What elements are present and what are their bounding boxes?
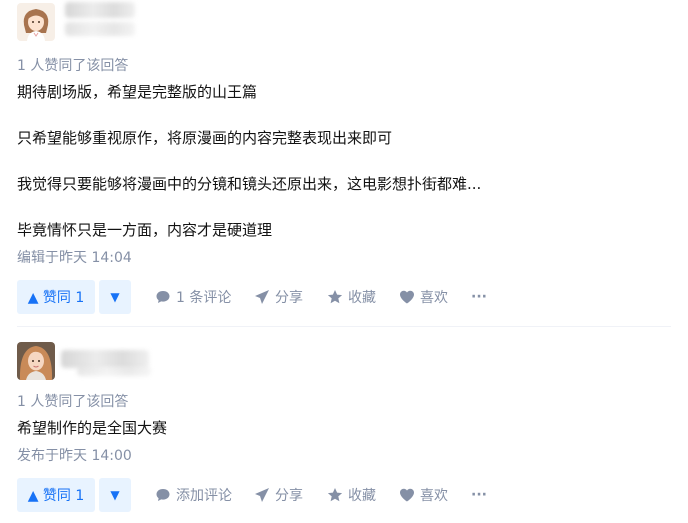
- vote-down-button[interactable]: ▼: [99, 478, 131, 512]
- comment-icon: [156, 291, 170, 303]
- author-info: [17, 340, 671, 386]
- vote-up-label: ▲ 赞同 1: [27, 290, 85, 306]
- share-label: 分享: [275, 488, 303, 504]
- more-icon: ···: [471, 289, 487, 305]
- like-button[interactable]: 喜欢: [399, 478, 448, 512]
- send-icon: [255, 290, 269, 304]
- avatar[interactable]: [17, 3, 55, 41]
- comment-label: 添加评论: [176, 488, 232, 504]
- answer-content: 期待剧场版，希望是完整版的山王篇 只希望能够重视原作，将原漫画的内容完整表现出来…: [17, 80, 671, 242]
- comment-icon: [156, 489, 170, 501]
- author-name-blurred[interactable]: [65, 2, 135, 18]
- collect-button[interactable]: 收藏: [327, 280, 376, 314]
- vote-down-button[interactable]: ▼: [99, 280, 131, 314]
- more-button[interactable]: ···: [471, 280, 487, 314]
- action-bar: ▲ 赞同 1 ▼ 添加评论 分享 收藏 喜欢 ···: [17, 478, 671, 512]
- like-label: 喜欢: [420, 290, 448, 306]
- answer-content: 希望制作的是全国大赛: [17, 416, 671, 440]
- author-info: [17, 0, 671, 46]
- like-label: 喜欢: [420, 488, 448, 504]
- heart-icon: [400, 488, 414, 502]
- paragraph: 毕竟情怀只是一方面，内容才是硬道理: [17, 221, 273, 239]
- star-icon: [327, 290, 343, 304]
- share-button[interactable]: 分享: [254, 280, 303, 314]
- author-headline-blurred: [77, 366, 151, 376]
- collect-button[interactable]: 收藏: [327, 478, 376, 512]
- paragraph: 我觉得只要能够将漫画中的分镜和镜头还原出来，这电影想扑街都难...: [17, 175, 482, 193]
- answer-item: 1 人赞同了该回答 希望制作的是全国大赛 发布于昨天 14:00 ▲ 赞同 1 …: [17, 340, 671, 512]
- voters-count[interactable]: 1 人赞同了该回答: [17, 392, 671, 412]
- edit-time[interactable]: 编辑于昨天 14:04: [17, 248, 671, 268]
- triangle-down-icon: ▼: [110, 290, 120, 304]
- like-button[interactable]: 喜欢: [399, 280, 448, 314]
- send-icon: [255, 488, 269, 502]
- comment-button[interactable]: 1 条评论: [155, 280, 231, 314]
- collect-label: 收藏: [348, 488, 376, 504]
- vote-up-label: ▲ 赞同 1: [27, 488, 85, 504]
- divider: [17, 326, 671, 327]
- collect-label: 收藏: [348, 290, 376, 306]
- voters-count[interactable]: 1 人赞同了该回答: [17, 56, 671, 76]
- share-button[interactable]: 分享: [254, 478, 303, 512]
- triangle-down-icon: ▼: [110, 488, 120, 502]
- paragraph: 期待剧场版，希望是完整版的山王篇: [17, 83, 258, 101]
- paragraph: 只希望能够重视原作，将原漫画的内容完整表现出来即可: [17, 129, 393, 147]
- publish-time[interactable]: 发布于昨天 14:00: [17, 446, 671, 466]
- author-headline-blurred: [65, 22, 135, 36]
- more-button[interactable]: ···: [471, 478, 487, 512]
- comment-label: 1 条评论: [176, 290, 232, 306]
- share-label: 分享: [275, 290, 303, 306]
- action-bar: ▲ 赞同 1 ▼ 1 条评论 分享 收藏 喜欢 ···: [17, 280, 671, 314]
- vote-up-button[interactable]: ▲ 赞同 1: [17, 280, 95, 314]
- heart-icon: [400, 290, 414, 304]
- paragraph: 希望制作的是全国大赛: [17, 419, 168, 437]
- comment-button[interactable]: 添加评论: [155, 478, 232, 512]
- answer-item: 1 人赞同了该回答 期待剧场版，希望是完整版的山王篇 只希望能够重视原作，将原漫…: [17, 0, 671, 314]
- avatar[interactable]: [17, 342, 55, 380]
- vote-up-button[interactable]: ▲ 赞同 1: [17, 478, 95, 512]
- more-icon: ···: [471, 487, 487, 503]
- star-icon: [327, 488, 343, 502]
